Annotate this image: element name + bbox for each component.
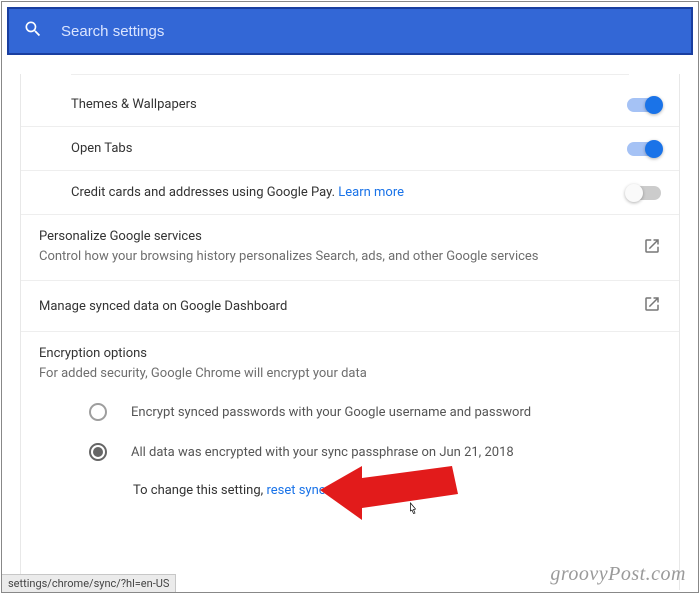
reset-sync-link[interactable]: reset sync — [266, 483, 325, 498]
sync-label-tabs: Open Tabs — [71, 141, 627, 156]
learn-more-link[interactable]: Learn more — [338, 185, 404, 200]
settings-content: Themes & Wallpapers Open Tabs Credit car… — [8, 62, 692, 590]
search-icon — [23, 19, 43, 43]
encryption-opt2-label: All data was encrypted with your sync pa… — [131, 445, 514, 460]
status-bar: settings/chrome/sync/?hl=en-US — [2, 574, 176, 592]
pointer-cursor-icon — [404, 501, 420, 525]
encryption-option-passphrase[interactable]: All data was encrypted with your sync pa… — [89, 443, 661, 461]
encryption-sub: For added security, Google Chrome will e… — [39, 365, 661, 383]
reset-sync-row: To change this setting, reset sync. — [133, 483, 661, 498]
watermark: groovyPost.com — [550, 563, 686, 586]
encryption-opt1-label: Encrypt synced passwords with your Googl… — [131, 405, 531, 420]
personalize-section[interactable]: Personalize Google services Control how … — [21, 214, 679, 280]
radio-icon — [89, 403, 107, 421]
sync-row-credit: Credit cards and addresses using Google … — [21, 170, 679, 214]
toggle-credit[interactable] — [627, 186, 661, 200]
toggle-tabs[interactable] — [627, 142, 661, 156]
external-link-icon — [643, 295, 661, 317]
encryption-option-google[interactable]: Encrypt synced passwords with your Googl… — [89, 403, 661, 421]
personalize-title: Personalize Google services — [39, 229, 643, 244]
encryption-title: Encryption options — [39, 346, 661, 361]
dashboard-title: Manage synced data on Google Dashboard — [39, 299, 643, 314]
settings-search-bar[interactable] — [7, 7, 693, 55]
status-url: settings/chrome/sync/?hl=en-US — [8, 577, 169, 590]
toggle-themes[interactable] — [627, 98, 661, 112]
dashboard-section[interactable]: Manage synced data on Google Dashboard — [21, 280, 679, 331]
sync-label-credit: Credit cards and addresses using Google … — [71, 185, 627, 200]
external-link-icon — [643, 237, 661, 259]
sync-row-themes: Themes & Wallpapers — [21, 75, 679, 126]
search-input[interactable] — [61, 23, 677, 40]
radio-icon-selected — [89, 443, 107, 461]
sync-row-tabs: Open Tabs — [21, 126, 679, 170]
encryption-section: Encryption options For added security, G… — [21, 331, 679, 512]
personalize-sub: Control how your browsing history person… — [39, 248, 643, 266]
sync-label-themes: Themes & Wallpapers — [71, 97, 627, 112]
